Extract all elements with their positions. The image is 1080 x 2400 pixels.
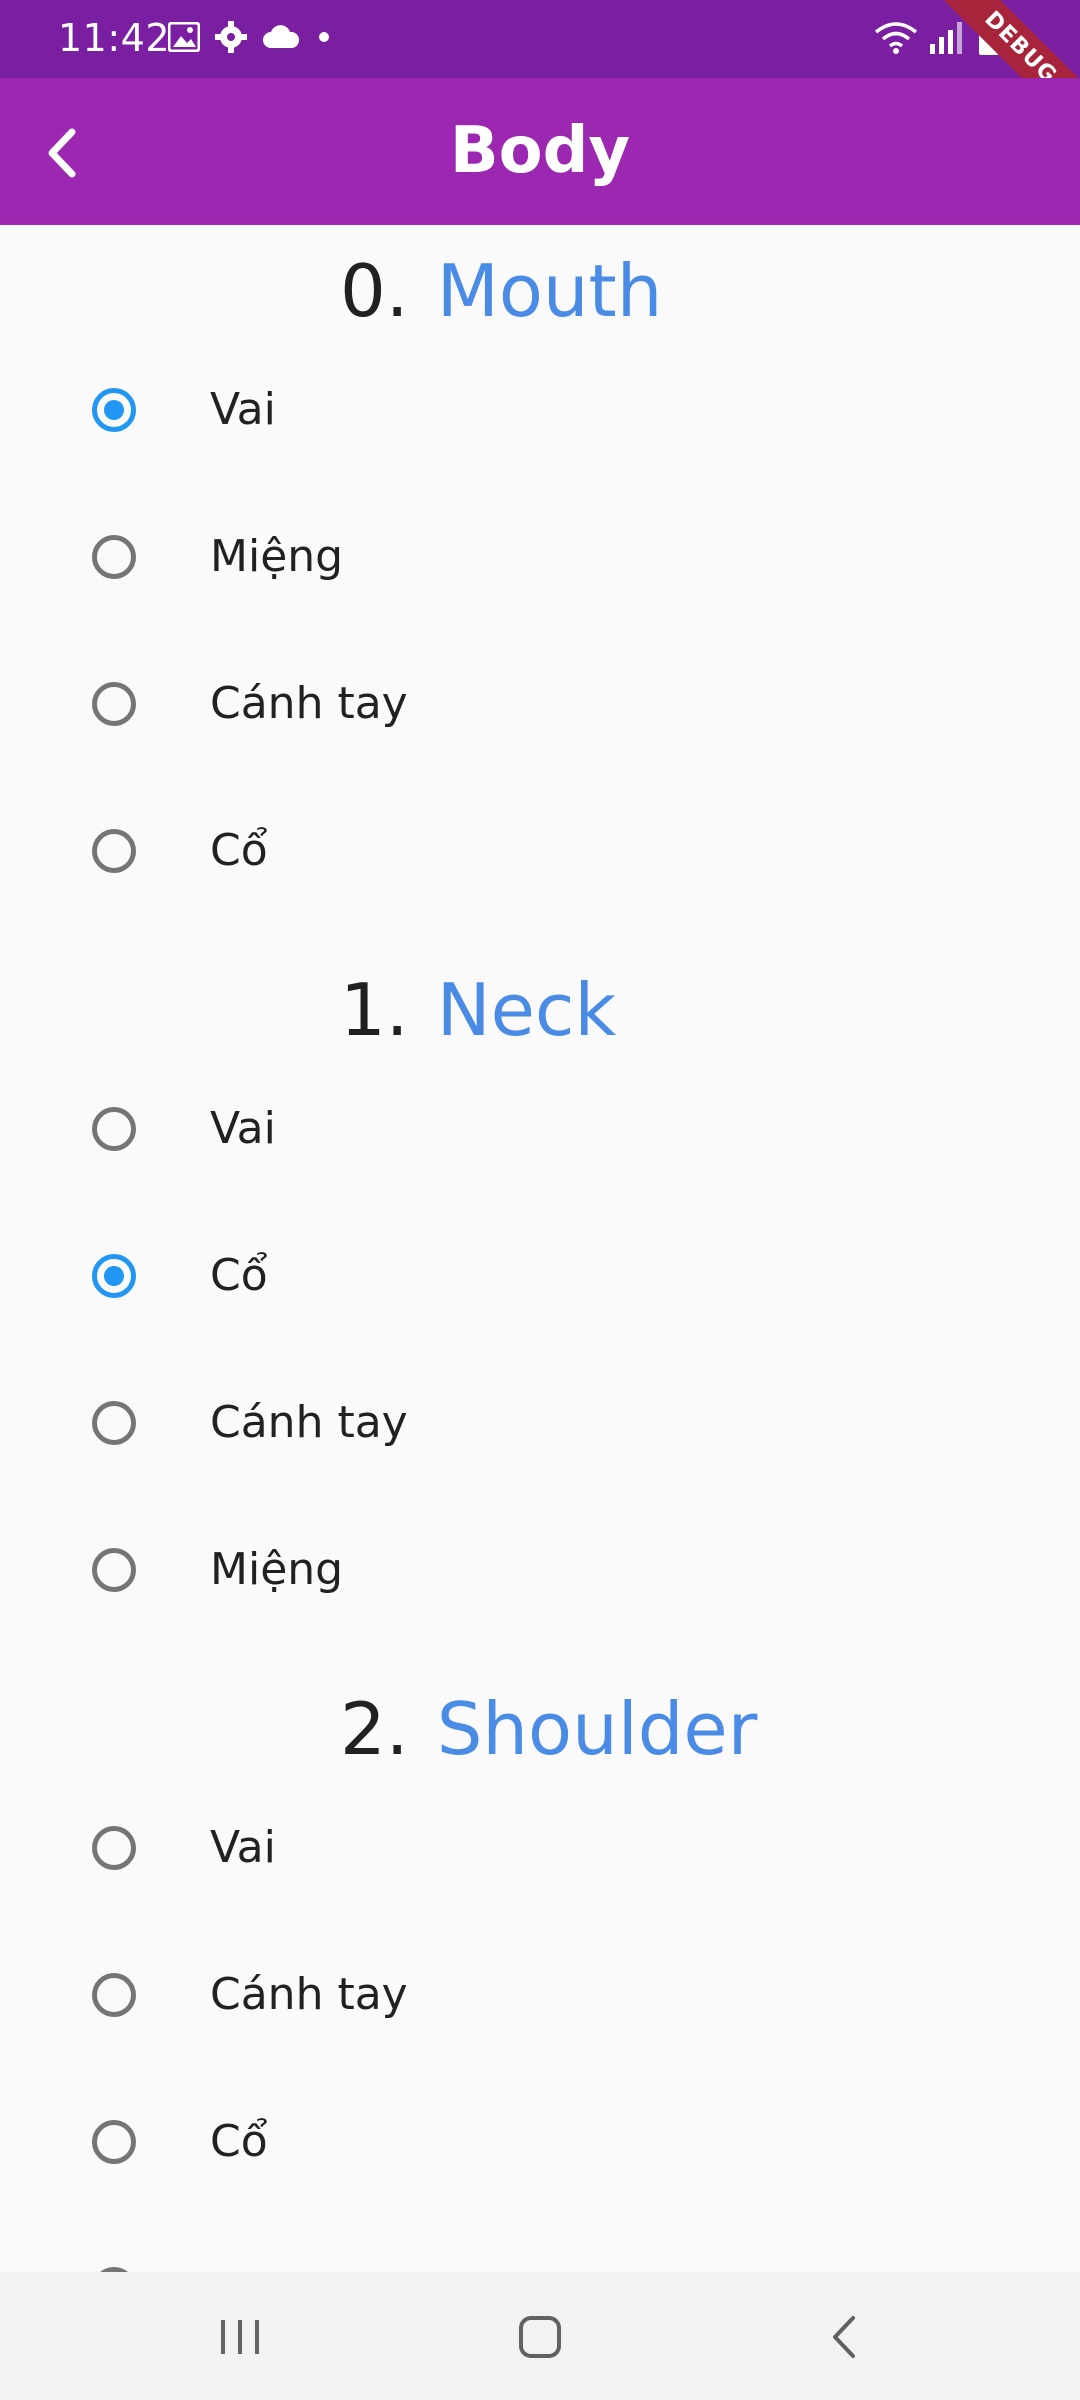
option-label: Cổ	[210, 825, 268, 876]
radio-selected-icon[interactable]	[92, 388, 136, 432]
option-radio[interactable]: Cánh tay	[0, 634, 1080, 774]
home-button[interactable]	[490, 2302, 590, 2372]
option-label: Vai	[210, 384, 276, 435]
dot-icon	[319, 32, 329, 42]
radio-unselected-icon[interactable]	[92, 1548, 136, 1592]
gear-icon	[215, 21, 247, 53]
radio-unselected-icon[interactable]	[92, 1401, 136, 1445]
radio-unselected-icon[interactable]	[92, 2120, 136, 2164]
option-radio[interactable]: Vai	[0, 340, 1080, 480]
question-word: Mouth	[436, 249, 663, 333]
question-header: 0. Mouth	[340, 249, 662, 333]
question-header: 2. Shoulder	[340, 1687, 757, 1771]
option-radio[interactable]: Miệng	[0, 487, 1080, 627]
option-label: Miệng	[210, 1544, 344, 1595]
status-bar: 11:42 DEBUG	[0, 0, 1080, 155]
option-radio[interactable]: Cánh tay	[0, 1925, 1080, 2065]
option-radio[interactable]	[0, 2219, 1080, 2275]
radio-selected-icon[interactable]	[92, 1254, 136, 1298]
option-label: Vai	[210, 1822, 276, 1873]
page-title: Body	[449, 114, 631, 188]
radio-unselected-icon[interactable]	[92, 535, 136, 579]
quiz-list[interactable]: 0. Mouth Vai Miệng Cánh tay Cổ 1. Neck V…	[0, 225, 1080, 2275]
radio-unselected-icon[interactable]	[92, 682, 136, 726]
option-radio[interactable]: Cổ	[0, 781, 1080, 921]
question-header: 1. Neck	[340, 968, 616, 1052]
option-label: Miệng	[210, 531, 344, 582]
app-bar: Body	[0, 78, 1080, 225]
navigation-bar	[0, 2272, 1080, 2400]
home-icon	[519, 2316, 561, 2358]
option-label: Vai	[210, 1103, 276, 1154]
question-number: 2.	[340, 1687, 409, 1771]
question-word: Neck	[436, 968, 617, 1052]
question-word: Shoulder	[436, 1687, 758, 1771]
option-radio[interactable]: Vai	[0, 1059, 1080, 1199]
radio-unselected-icon[interactable]	[92, 1973, 136, 2017]
recent-apps-icon	[221, 2320, 259, 2354]
back-icon	[833, 2316, 855, 2358]
option-label: Cánh tay	[210, 678, 408, 729]
cloud-icon	[263, 25, 300, 48]
system-back-button[interactable]	[795, 2302, 895, 2372]
option-radio[interactable]: Cổ	[0, 1206, 1080, 1346]
option-label: Cổ	[210, 2116, 268, 2167]
image-icon	[168, 22, 200, 52]
wifi-icon	[874, 22, 918, 54]
radio-unselected-icon[interactable]	[92, 1107, 136, 1151]
option-radio[interactable]: Cổ	[0, 2072, 1080, 2212]
option-label: Cánh tay	[210, 1397, 408, 1448]
option-radio[interactable]: Miệng	[0, 1500, 1080, 1640]
option-label: Cánh tay	[210, 1969, 408, 2020]
status-time: 11:42	[58, 16, 171, 60]
recent-apps-button[interactable]	[190, 2302, 290, 2372]
option-radio[interactable]: Cánh tay	[0, 1353, 1080, 1493]
option-radio[interactable]: Vai	[0, 1778, 1080, 1918]
question-number: 0.	[340, 249, 409, 333]
question-number: 1.	[340, 968, 409, 1052]
option-label: Cổ	[210, 1250, 268, 1301]
radio-unselected-icon[interactable]	[92, 829, 136, 873]
radio-unselected-icon[interactable]	[92, 1826, 136, 1870]
signal-icon	[930, 22, 962, 54]
